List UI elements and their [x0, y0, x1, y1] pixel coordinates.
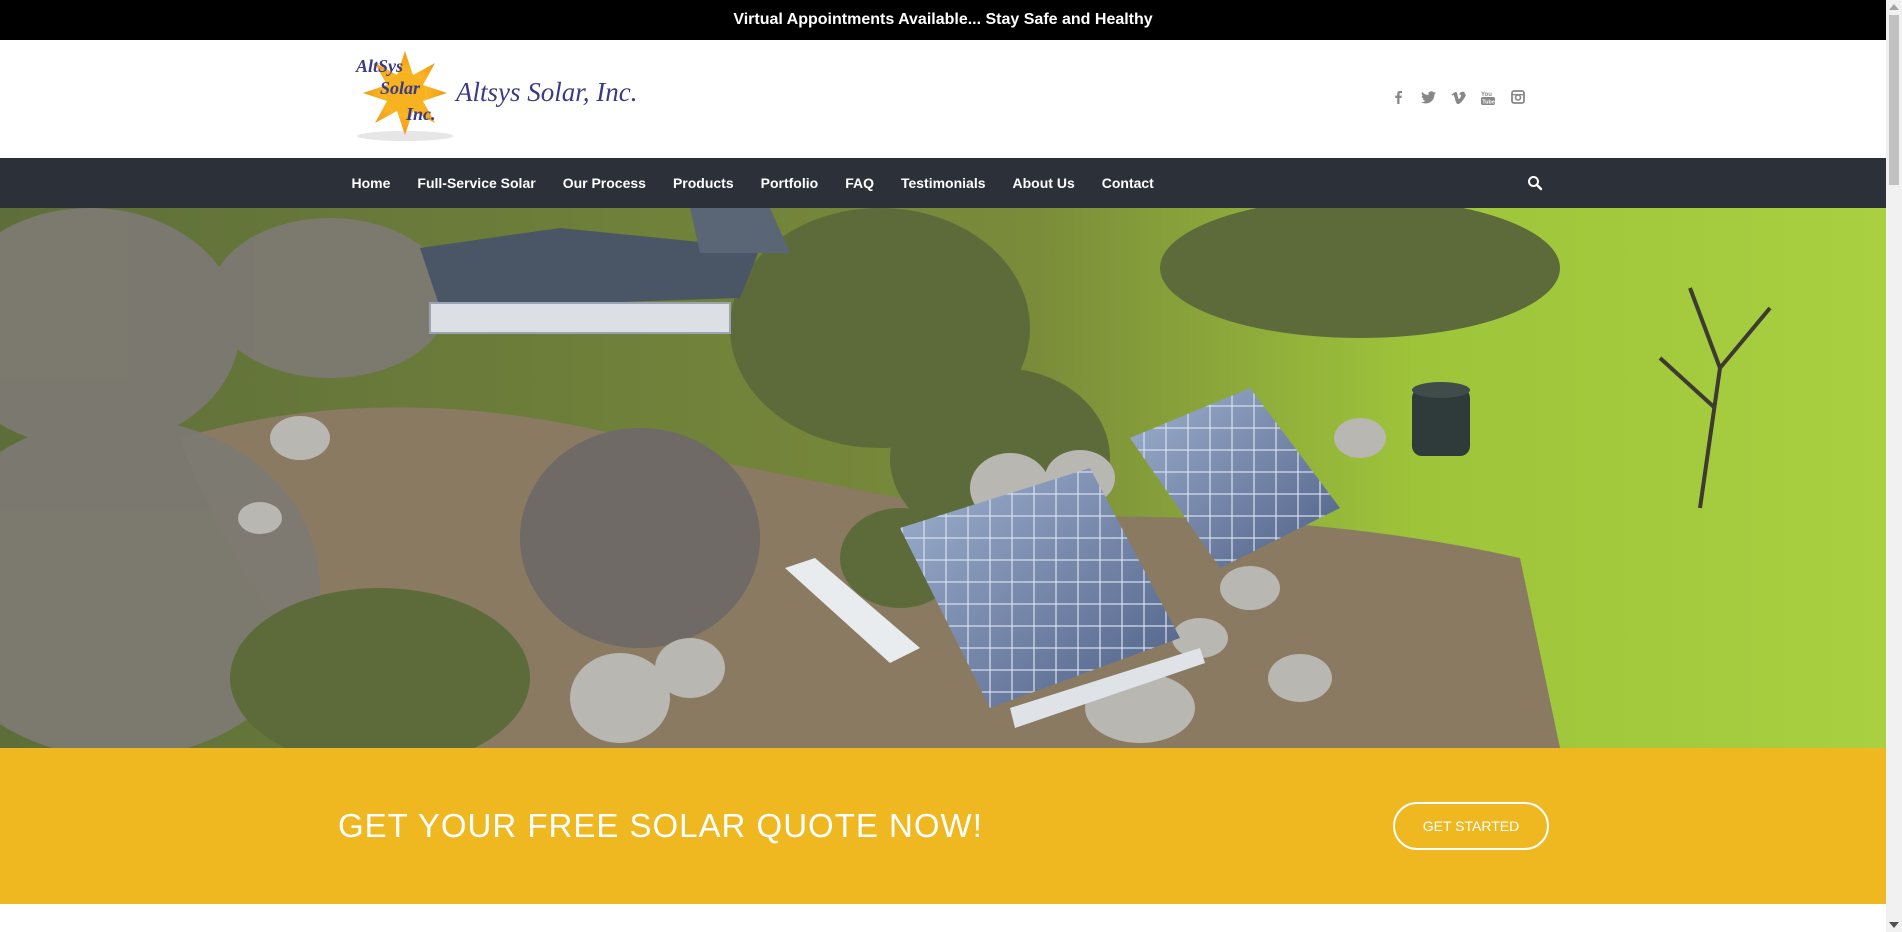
cta-headline: GET YOUR FREE SOLAR QUOTE NOW! — [338, 807, 983, 844]
site-header: AltSys Solar Inc. Altsys Solar, Inc. You — [0, 40, 1886, 158]
announcement-bar: Virtual Appointments Available... Stay S… — [0, 0, 1886, 40]
nav-item-full-service-solar[interactable]: Full-Service Solar — [404, 175, 549, 191]
nav-item-testimonials[interactable]: Testimonials — [887, 175, 999, 191]
nav-item-our-process[interactable]: Our Process — [549, 175, 659, 191]
nav-menu: Home Full-Service Solar Our Process Prod… — [338, 158, 1167, 208]
nav-item-contact[interactable]: Contact — [1088, 175, 1167, 191]
scroll-up-arrow-icon[interactable] — [1889, 4, 1899, 10]
logo-mark-line-3: Inc. — [405, 104, 436, 124]
nav-item-home[interactable]: Home — [338, 175, 404, 191]
search-icon[interactable] — [1527, 175, 1543, 191]
main-navigation: Home Full-Service Solar Our Process Prod… — [0, 158, 1886, 208]
facebook-icon[interactable] — [1390, 89, 1406, 105]
social-links: You Tube — [1390, 89, 1526, 105]
logo-mark-line-1: AltSys — [355, 56, 403, 76]
get-started-button[interactable]: GET STARTED — [1393, 802, 1549, 850]
nav-item-faq[interactable]: FAQ — [832, 175, 888, 191]
announcement-text: Virtual Appointments Available... Stay S… — [733, 11, 1153, 28]
hero-image — [0, 208, 1886, 748]
scrollbar-thumb[interactable] — [1889, 15, 1899, 185]
logo-company-name: Altsys Solar, Inc. — [456, 77, 638, 107]
twitter-icon[interactable] — [1420, 89, 1436, 105]
scroll-down-arrow-icon[interactable] — [1889, 922, 1899, 928]
logo-sun-mark: AltSys Solar Inc. — [350, 48, 460, 143]
instagram-icon[interactable] — [1510, 89, 1526, 105]
nav-item-about-us[interactable]: About Us — [999, 175, 1088, 191]
site-logo[interactable]: AltSys Solar Inc. Altsys Solar, Inc. — [350, 48, 638, 143]
vimeo-icon[interactable] — [1450, 89, 1466, 105]
nav-item-products[interactable]: Products — [659, 175, 747, 191]
nav-item-portfolio[interactable]: Portfolio — [747, 175, 832, 191]
quote-cta-banner: GET YOUR FREE SOLAR QUOTE NOW! GET START… — [0, 748, 1886, 904]
svg-text:Tube: Tube — [1482, 99, 1495, 105]
logo-mark-line-2: Solar — [380, 78, 421, 98]
youtube-icon[interactable]: You Tube — [1480, 89, 1496, 105]
page-scrollbar[interactable] — [1886, 0, 1902, 932]
